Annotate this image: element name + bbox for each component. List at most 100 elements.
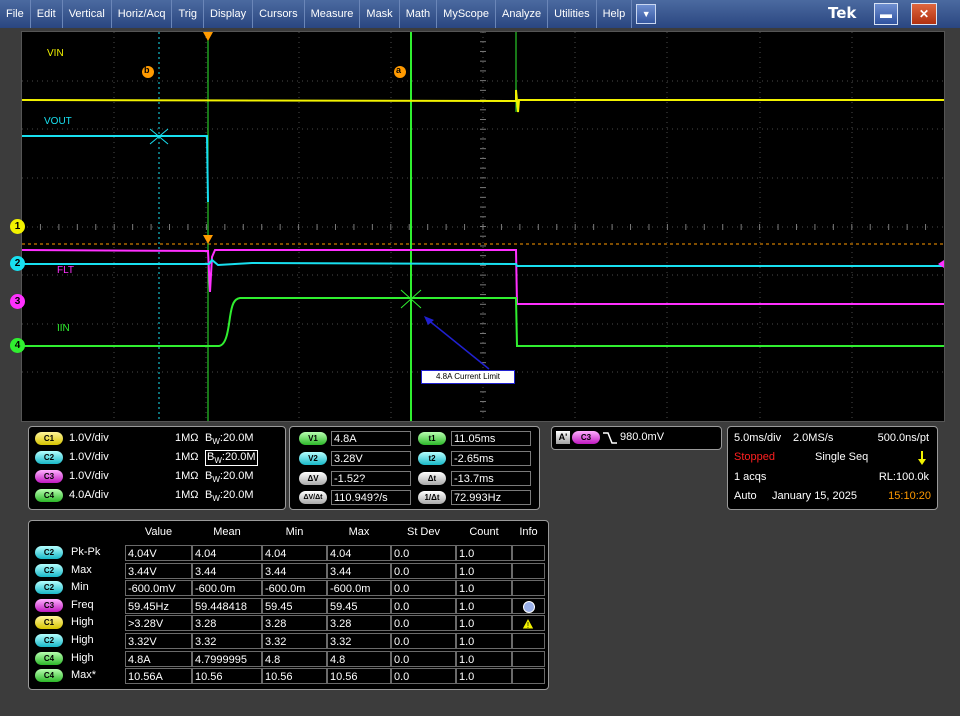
current-limit-annotation[interactable]: 4.8A Current Limit	[421, 370, 515, 384]
measurements-panel[interactable]: Value Mean Min Max St Dev Count Info C2 Pk-Pk 4.…	[28, 520, 549, 690]
menu-edit[interactable]: Edit	[31, 0, 63, 28]
info-icon[interactable]	[523, 600, 535, 613]
c2-scale[interactable]: 1.0V/div	[69, 451, 109, 463]
cursor-readout-panel: V1 4.8A t1 11.05ms V2 3.28V t2 -2.65ms Δ…	[289, 426, 540, 510]
c4-scale[interactable]: 4.0A/div	[69, 489, 109, 501]
resolution: 500.0ns/pt	[877, 432, 929, 444]
menu-trig[interactable]: Trig	[172, 0, 205, 28]
v1-value: 4.8A	[331, 431, 411, 446]
measurement-stdev: 0.0	[391, 668, 456, 685]
iin-label: IIN	[57, 323, 70, 334]
channel-3-marker-label: 3	[14, 296, 21, 307]
trigger-channel-badge: C3	[572, 431, 600, 444]
horizontal-panel[interactable]: 5.0ms/div 2.0MS/s 500.0ns/pt Stopped Sin…	[727, 426, 938, 510]
dt-badge: Δt	[418, 472, 446, 485]
trigger-position-marker	[203, 32, 213, 41]
t1-badge: t1	[418, 432, 446, 445]
channel-1-marker[interactable]: 1	[10, 219, 25, 234]
c3-bw-value: :20.0M	[219, 470, 254, 482]
menu-vertical[interactable]: Vertical	[63, 0, 112, 28]
menu-analyze[interactable]: Analyze	[496, 0, 549, 28]
measurement-min: 4.8	[262, 650, 327, 667]
measurement-min: 59.45	[262, 597, 327, 614]
trigger-level: 980.0mV	[620, 431, 665, 443]
menu-help[interactable]: Help	[597, 0, 633, 28]
measurement-stdev: 0.0	[391, 615, 456, 632]
measurement-min: 3.28	[262, 615, 327, 632]
c1-scale[interactable]: 1.0V/div	[69, 432, 109, 444]
measurement-stdev: 0.0	[391, 633, 456, 649]
c3-coupling: 1MΩ	[175, 470, 199, 482]
measurement-count: 1.0	[456, 633, 512, 649]
measurement-stdev: 0.0	[391, 650, 456, 667]
measurement-info	[512, 597, 545, 614]
channel-settings-panel: C1 1.0V/div 1MΩ BW:20.0M C2 1.0V/div 1MΩ…	[28, 426, 286, 510]
measurement-max: 59.45	[327, 597, 391, 614]
measurement-channel-badge: C4	[35, 651, 63, 665]
measurement-count: 1.0	[456, 615, 512, 632]
measurement-channel-badge: C1	[35, 616, 63, 630]
dvdt-value: 110.949?/s	[331, 490, 411, 505]
measurement-name: Min	[71, 581, 89, 594]
trigger-mode: Auto	[734, 490, 757, 502]
menu-file[interactable]: File	[0, 0, 31, 28]
cursor-b-letter: b	[144, 65, 150, 75]
measurement-max: 3.28	[327, 615, 391, 632]
dv-value: -1.52?	[331, 471, 411, 486]
graticule-center-ticks	[22, 32, 927, 412]
c4-bw-value: :20.0M	[219, 489, 254, 501]
measurement-max: 4.04	[327, 545, 391, 561]
svg-text:!: !	[527, 621, 529, 630]
close-button[interactable]: ✕	[911, 3, 937, 25]
trigger-panel[interactable]: A' C3 980.0mV	[551, 426, 722, 450]
c4-badge[interactable]: C4	[35, 489, 63, 502]
measurement-mean: 3.32	[192, 633, 262, 649]
c4-bandwidth: BW:20.0M	[205, 489, 254, 503]
channel-2-marker[interactable]: 2	[10, 256, 25, 271]
c3-badge[interactable]: C3	[35, 470, 63, 483]
measurement-min: 10.56	[262, 668, 327, 685]
c2-coupling: 1MΩ	[175, 451, 199, 463]
menu-display[interactable]: Display	[204, 0, 254, 28]
measurement-name: High	[71, 634, 94, 646]
measurement-max: 4.8	[327, 650, 391, 667]
measurement-count: 1.0	[456, 562, 512, 579]
measurement-stdev: 0.0	[391, 562, 456, 579]
c3-bw-sub: W	[212, 475, 220, 485]
acq-mode: Single Seq	[815, 451, 869, 463]
falling-edge-icon	[603, 432, 617, 444]
menu-myscope[interactable]: MyScope	[437, 0, 497, 28]
channel-4-marker-label: 4	[14, 340, 21, 351]
menu-cursors[interactable]: Cursors	[253, 0, 305, 28]
vout-label: VOUT	[44, 116, 72, 127]
measurement-count: 1.0	[456, 545, 512, 561]
c3-scale[interactable]: 1.0V/div	[69, 470, 109, 482]
menu-utilities[interactable]: Utilities	[548, 0, 597, 28]
c4-coupling: 1MΩ	[175, 489, 199, 501]
annotation-arrow	[426, 318, 490, 370]
channel-3-marker[interactable]: 3	[10, 294, 25, 309]
c1-badge[interactable]: C1	[35, 432, 63, 445]
measurement-header-count: Count	[469, 526, 499, 538]
c4-bw-sub: W	[212, 494, 220, 504]
minimize-button[interactable]: ▬	[874, 3, 898, 25]
menu-horiz-acq[interactable]: Horiz/Acq	[112, 0, 173, 28]
warning-icon[interactable]: !	[521, 617, 535, 630]
menu-dropdown-icon[interactable]: ▼	[636, 4, 657, 24]
trigger-level-marker	[203, 235, 213, 244]
measurement-count: 1.0	[456, 580, 512, 597]
menu-math[interactable]: Math	[400, 0, 438, 28]
vout-trace	[22, 135, 209, 203]
measurement-value: 10.56A	[125, 668, 192, 685]
measurement-value: 59.45Hz	[125, 597, 192, 614]
measurement-max: -600.0m	[327, 580, 391, 597]
c2-badge[interactable]: C2	[35, 451, 63, 464]
flt-label: FLT	[57, 265, 75, 276]
channel-4-marker[interactable]: 4	[10, 338, 25, 353]
c2-bandwidth[interactable]: BW:20.0M	[205, 450, 258, 467]
menu-measure[interactable]: Measure	[305, 0, 361, 28]
measurement-info	[512, 562, 545, 579]
menu-mask[interactable]: Mask	[360, 0, 400, 28]
waveform-display[interactable]: VIN VOUT FLT IIN b a 4.8A Current Limit	[21, 31, 945, 422]
measurement-mean: 3.44	[192, 562, 262, 579]
